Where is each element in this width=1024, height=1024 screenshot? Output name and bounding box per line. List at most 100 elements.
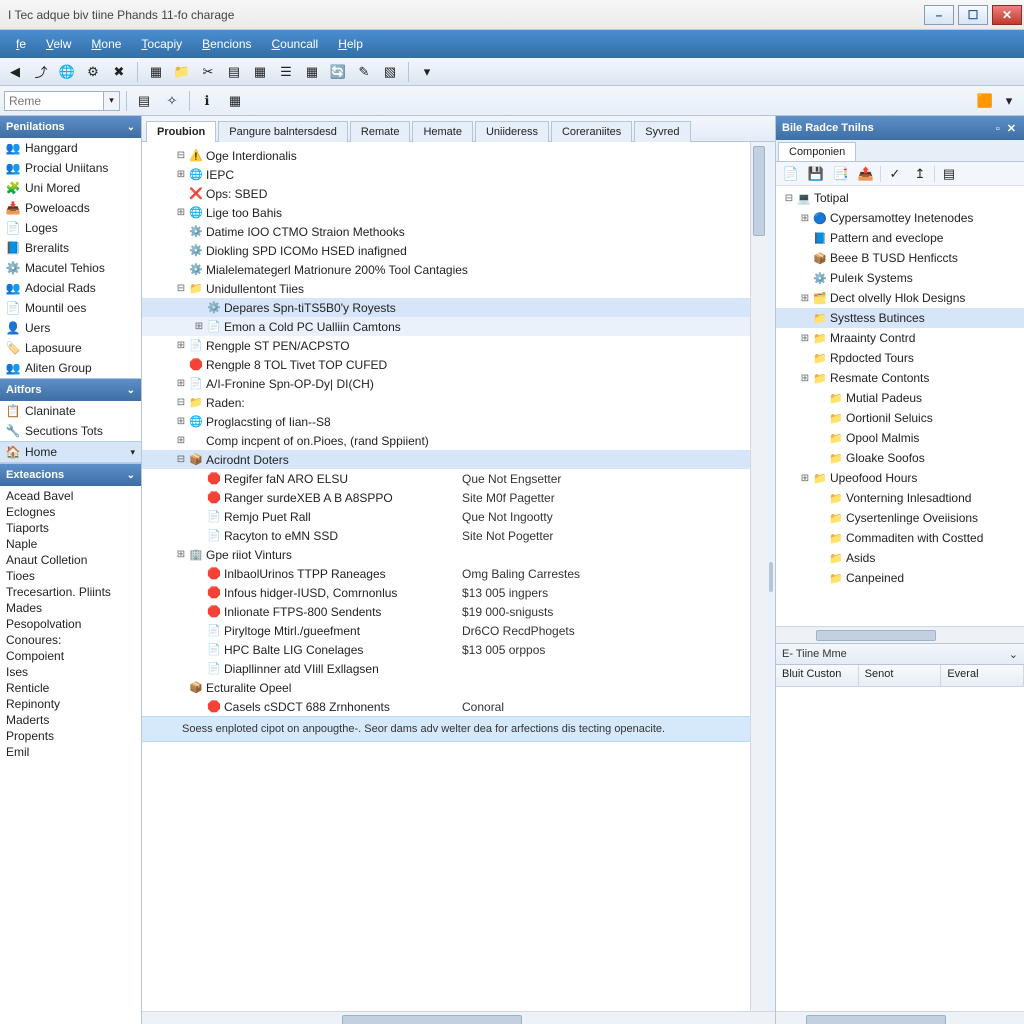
minimize-button[interactable]: – (924, 5, 954, 25)
menu-velw[interactable]: Velw (36, 33, 81, 55)
tree-row[interactable]: ⚙️Diokling SPD ICOMo HSED inafigned (142, 241, 750, 260)
grid-col-header[interactable]: Senot (859, 665, 942, 686)
view-icon[interactable]: ▤ (938, 163, 960, 185)
nav-item[interactable]: 📥Poweloacds (0, 198, 141, 218)
right-tree-row[interactable]: 📁Rpdocted Tours (776, 348, 1024, 368)
table-icon[interactable]: ▦ (249, 61, 271, 83)
pin-icon[interactable]: ↥ (909, 163, 931, 185)
chart-icon[interactable]: ▧ (379, 61, 401, 83)
right-tree-row[interactable]: 📁Mutial Padeus (776, 388, 1024, 408)
nav-item[interactable]: 👥Adocial Rads (0, 278, 141, 298)
brush-icon[interactable]: ✓ (884, 163, 906, 185)
export-icon[interactable]: 📤 (855, 163, 877, 185)
expand-icon[interactable]: ⊞ (798, 213, 812, 224)
right-tree-row[interactable]: 📁Oortionil Seluics (776, 408, 1024, 428)
tree-row[interactable]: ⊞🌐Lige too Bahis (142, 203, 750, 222)
tree-row[interactable]: ⊟📁Raden: (142, 393, 750, 412)
tree-row[interactable]: 🛑Ranger surdeXEB A B A8SPPOSite M0f Page… (142, 488, 750, 507)
expand-icon[interactable]: ⊞ (174, 169, 188, 180)
tree-row[interactable]: 📄Racyton to eMN SSDSite Not Pogetter (142, 526, 750, 545)
nav-up-icon[interactable]: ⤴ (30, 61, 52, 83)
right-tree-row[interactable]: ⊞📁Upeofood Hours (776, 468, 1024, 488)
doc-icon[interactable]: ▤ (223, 61, 245, 83)
ext-item[interactable]: Propents (6, 728, 135, 744)
ext-item[interactable]: Trecesartion. Pliints (6, 584, 135, 600)
tree-row[interactable]: 🛑Regifer faN ARO ELSUQue Not Engsetter (142, 469, 750, 488)
expand-icon[interactable]: ⊞ (174, 340, 188, 351)
panel-header-penilations[interactable]: Penilations ⌄ (0, 116, 141, 138)
tree-row[interactable]: ⚙️Datime IOO CTMO Straion Methooks (142, 222, 750, 241)
tree-row[interactable]: ⊟⚠️Oge Interdionalis (142, 146, 750, 165)
right-tree-row[interactable]: 📁Opool Malmis (776, 428, 1024, 448)
nav-item[interactable]: 🧩Uni Mored (0, 178, 141, 198)
center-tab[interactable]: Remate (350, 121, 411, 142)
tree-row[interactable]: ⊞Comp incpent of on.Pioes, (rand Sppiien… (142, 431, 750, 450)
ext-item[interactable]: Eclognes (6, 504, 135, 520)
expand-icon[interactable]: ⊞ (174, 207, 188, 218)
ext-item[interactable]: Repinonty (6, 696, 135, 712)
right-tree-row[interactable]: 📁Commaditen with Costted (776, 528, 1024, 548)
right-grid-scrollbar[interactable] (776, 1011, 1024, 1024)
collapse-icon[interactable]: ⌄ (127, 122, 135, 133)
calendar-icon[interactable]: ▦ (145, 61, 167, 83)
vertical-scrollbar[interactable] (750, 142, 767, 1011)
star-icon[interactable]: ✧ (161, 90, 183, 112)
nav-item[interactable]: ⚙️Macutel Tehios (0, 258, 141, 278)
close-button[interactable]: ✕ (992, 5, 1022, 25)
nav-item[interactable]: 👥Aliten Group (0, 358, 141, 378)
grid-col-header[interactable]: Bluit Custon (776, 665, 859, 686)
horizontal-scrollbar[interactable] (142, 1011, 775, 1024)
edit-icon[interactable]: ✎ (353, 61, 375, 83)
tree-row[interactable]: 📦Ecturalite Opeel (142, 678, 750, 697)
expand-icon[interactable]: ⊟ (174, 150, 188, 161)
gear-icon[interactable]: ⚙ (82, 61, 104, 83)
right-tree-row[interactable]: ⊟💻Totipal (776, 188, 1024, 208)
expand-icon[interactable]: ⊞ (798, 333, 812, 344)
nav-item[interactable]: 🏷️Laposuure (0, 338, 141, 358)
right-horizontal-scrollbar[interactable] (776, 626, 1024, 643)
expand-icon[interactable]: ⊞ (798, 373, 812, 384)
list-icon[interactable]: ☰ (275, 61, 297, 83)
ext-item[interactable]: Acead Bavel (6, 488, 135, 504)
collapse-icon[interactable]: ⌄ (127, 385, 135, 396)
right-tab-componien[interactable]: Componien (778, 142, 856, 161)
center-tab[interactable]: Syvred (634, 121, 690, 142)
tree-row[interactable]: 📄HPC Balte LIG Conelages$13 005 orppos (142, 640, 750, 659)
ext-item[interactable]: Conoures: (6, 632, 135, 648)
menu-tocapiy[interactable]: Tocapiy (131, 33, 192, 55)
collapse-icon[interactable]: ⌄ (127, 470, 135, 481)
tree-row[interactable]: ⊞🌐Proglacsting of Iian--S8 (142, 412, 750, 431)
search-input[interactable] (4, 91, 104, 111)
right-tree-row[interactable]: ⚙️Puleık Systems (776, 268, 1024, 288)
dropdown-icon[interactable]: ▾ (998, 90, 1020, 112)
right-tree-row[interactable]: 📁Vonterning Inlesadtiond (776, 488, 1024, 508)
right-tree-row[interactable]: 📘Pattern and eveclope (776, 228, 1024, 248)
nav-item[interactable]: 📄Loges (0, 218, 141, 238)
menu-bencions[interactable]: Bencions (192, 33, 261, 55)
right-tree-row[interactable]: 📁Asids (776, 548, 1024, 568)
panel-header-extensions[interactable]: Exteacions ⌄ (0, 464, 141, 486)
ext-item[interactable]: Tioes (6, 568, 135, 584)
tree-row[interactable]: 🛑Rengple 8 TOL Tivet TOP CUFED (142, 355, 750, 374)
ext-item[interactable]: Compoient (6, 648, 135, 664)
tree-row[interactable]: 🛑Casels cSDCT 688 ZrnhonentsConoral (142, 697, 750, 716)
ext-item[interactable]: Renticle (6, 680, 135, 696)
center-tree[interactable]: ⊟⚠️Oge Interdionalis⊞🌐IEPC❌Ops: SBED⊞🌐Li… (142, 142, 750, 1011)
ext-item[interactable]: Pesopolvation (6, 616, 135, 632)
right-tree-row[interactable]: ⊞📁Mraainty Contrd (776, 328, 1024, 348)
ext-item[interactable]: Naple (6, 536, 135, 552)
tree-row[interactable]: ⊞📄Emon a Cold PC Ualliin Camtons (142, 317, 750, 336)
tree-row[interactable]: 📄Remjo Puet RallQue Not Ingootty (142, 507, 750, 526)
wand-icon[interactable]: ✖ (108, 61, 130, 83)
right-tree-row[interactable]: 📁Canpeined (776, 568, 1024, 588)
panel-controls[interactable]: ▫ ✕ (996, 122, 1018, 135)
tree-row[interactable]: ⊟📦Acirodnt Doters (142, 450, 750, 469)
maximize-button[interactable]: ☐ (958, 5, 988, 25)
right-tree-row[interactable]: ⊞🔵Cypersamottey Inetenodes (776, 208, 1024, 228)
splitter[interactable] (767, 142, 775, 1011)
expand-icon[interactable]: ⊞ (174, 416, 188, 427)
nav-item[interactable]: 👤Uers (0, 318, 141, 338)
right-tree-row[interactable]: 📦Beee B TUSD Henficcts (776, 248, 1024, 268)
ext-item[interactable]: Mades (6, 600, 135, 616)
center-tab[interactable]: Pangure balntersdesd (218, 121, 348, 142)
